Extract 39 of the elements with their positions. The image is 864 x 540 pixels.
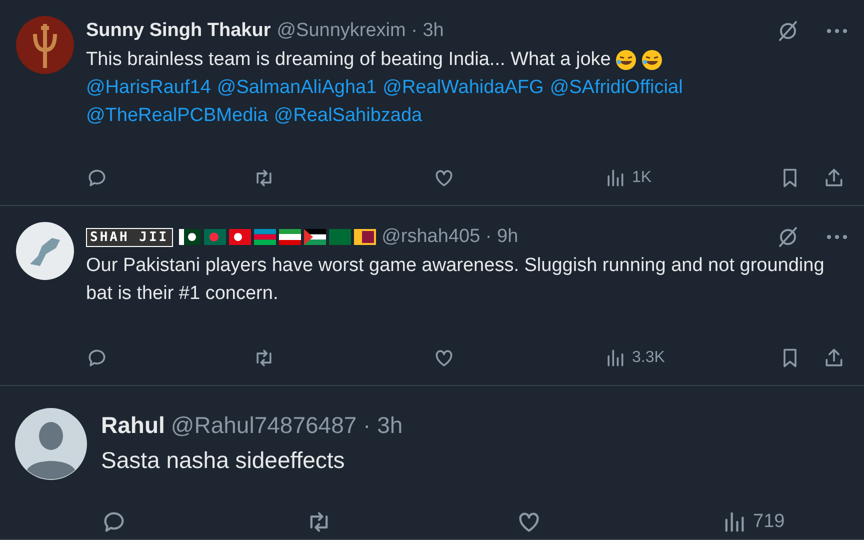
tweet-text: Our Pakistani players have worst game awareness. Sluggish running and not grounding bat is their #1 concern. [86, 254, 826, 306]
share-icon[interactable] [823, 167, 845, 189]
slashed-circle-icon[interactable] [776, 225, 800, 249]
slashed-circle-icon[interactable] [776, 19, 800, 43]
handle-and-time: @Sunnykrexim · 3h [276, 20, 444, 42]
mention-link[interactable]: @RealWahidaAFG [382, 74, 544, 102]
flag-icon [304, 229, 326, 245]
flag-icon [254, 229, 276, 245]
handle-and-time: @rshah405 · 9h [382, 226, 518, 248]
mention-link[interactable]: @TheRealPCBMedia [86, 102, 268, 130]
view-count: 719 [753, 511, 785, 533]
view-count: 3.3K [632, 349, 665, 367]
tweet-text: This brainless team is dreaming of beating India... What a joke [86, 48, 611, 72]
mention-link[interactable]: @HarisRauf14 [86, 74, 211, 102]
laughing-emoji-icon [640, 49, 663, 71]
mention-link[interactable]: @SalmanAliAgha1 [216, 74, 377, 102]
heart-icon[interactable] [433, 167, 455, 189]
share-icon[interactable] [823, 347, 845, 369]
heart-icon[interactable] [433, 347, 455, 369]
display-name[interactable]: Sunny Singh Thakur [86, 20, 271, 42]
tweet-text: Sasta nasha sideeffects [101, 446, 345, 475]
flag-icon [354, 229, 376, 245]
flag-icon [204, 229, 226, 245]
reply-icon[interactable] [86, 347, 108, 369]
flag-icon [228, 229, 251, 245]
flag-icon [278, 229, 301, 245]
mention-link[interactable]: @SAfridiOfficial [550, 74, 683, 102]
more-icon[interactable] [826, 28, 848, 34]
mention-link[interactable]: @RealSahibzada [274, 102, 422, 130]
flag-icon [328, 229, 351, 245]
view-count: 1K [632, 169, 652, 187]
avatar-image[interactable] [16, 16, 74, 74]
handle-and-time: @Rahul74876487 · 3h [170, 412, 403, 438]
display-name[interactable]: Rahul [101, 412, 165, 438]
reply-icon[interactable] [86, 167, 108, 189]
avatar-placeholder[interactable] [15, 408, 87, 480]
more-icon[interactable] [826, 234, 848, 240]
avatar-image[interactable] [16, 222, 74, 280]
display-name[interactable]: SHAH JII [86, 228, 173, 246]
